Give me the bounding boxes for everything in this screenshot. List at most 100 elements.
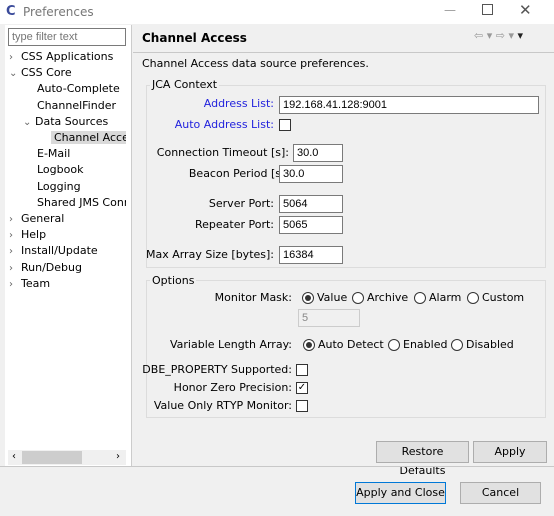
server-port-label: Server Port: xyxy=(208,197,274,210)
repeater-port-input[interactable] xyxy=(279,216,343,234)
tree-item-label: CSS Applications xyxy=(21,50,114,63)
radio-label: Disabled xyxy=(466,338,514,351)
max-array-size-label: Max Array Size [bytes]: xyxy=(145,248,274,261)
beacon-period-label: Beacon Period [s]: xyxy=(188,167,289,180)
tree-item[interactable]: ⌄ CSS Core xyxy=(9,65,72,82)
apply-button[interactable]: Apply xyxy=(473,441,547,463)
tree-item-label: Logging xyxy=(37,179,81,193)
close-button[interactable]: ✕ xyxy=(519,1,532,19)
tree-item[interactable]: › CSS Applications xyxy=(9,49,113,66)
scroll-right-icon[interactable]: › xyxy=(116,451,120,462)
tree-item[interactable]: › Team xyxy=(9,276,50,293)
tree-item[interactable]: › General xyxy=(9,211,64,228)
radio-label: Value xyxy=(317,291,348,304)
monitor-mask-label: Monitor Mask: xyxy=(214,291,292,304)
dbe-property-checkbox[interactable] xyxy=(296,364,308,376)
cancel-button[interactable]: Cancel xyxy=(460,482,541,504)
tree-item-label: Data Sources xyxy=(35,114,109,128)
tree-item[interactable]: ⌄ Data Sources xyxy=(23,114,108,131)
variable-length-array-label: Variable Length Array: xyxy=(169,338,292,351)
tree-item[interactable]: E-Mail xyxy=(37,146,70,162)
radio-indicator[interactable] xyxy=(467,292,479,304)
honor-zero-precision-checkbox[interactable]: ✓ xyxy=(296,382,308,394)
app-icon: C xyxy=(6,4,16,19)
jca-group-title: JCA Context xyxy=(150,78,220,91)
tree-item-label: CSS Core xyxy=(21,66,72,80)
address-list-input[interactable] xyxy=(279,96,539,114)
honor-zero-precision-label: Honor Zero Precision: xyxy=(173,381,292,394)
tree-item[interactable]: Channel Access xyxy=(51,130,126,146)
max-array-size-input[interactable] xyxy=(279,246,343,264)
horizontal-scrollbar[interactable]: ‹ › xyxy=(8,450,126,465)
forward-menu-icon[interactable]: ▾ xyxy=(508,29,514,42)
tree-item-label: ChannelFinder xyxy=(37,98,116,112)
apply-and-close-button[interactable]: Apply and Close xyxy=(355,482,446,504)
minimize-button[interactable]: — xyxy=(444,3,456,17)
tree-item-label: Install/Update xyxy=(21,244,98,258)
tree-item-label: Help xyxy=(21,228,47,242)
tree-item-label: Shared JMS Connection xyxy=(37,195,126,209)
preference-tree: › CSS Applications ⌄ CSS Core Auto-Complet… xyxy=(5,49,126,449)
chevron-right-icon[interactable]: › xyxy=(9,50,21,66)
back-icon[interactable]: ⇦ xyxy=(474,29,483,42)
history-nav[interactable]: ⇦ ▾ ⇨ ▾ ▾ xyxy=(474,29,523,42)
chevron-right-icon[interactable]: › xyxy=(9,261,21,277)
tree-item-label: Logbook xyxy=(37,163,84,177)
radio-label: Auto Detect xyxy=(318,338,384,351)
tree-item-label: Auto-Complete xyxy=(37,82,120,96)
tree-item-label: Run/Debug xyxy=(21,260,82,274)
chevron-down-icon[interactable]: ⌄ xyxy=(9,66,21,82)
chevron-right-icon[interactable]: › xyxy=(9,228,21,244)
tree-item-label: E-Mail xyxy=(37,147,71,161)
radio-label: Enabled xyxy=(403,338,448,351)
tree-item[interactable]: ChannelFinder xyxy=(37,98,116,114)
connection-timeout-label: Connection Timeout [s]: xyxy=(156,146,289,159)
page-description: Channel Access data source preferences. xyxy=(142,57,369,70)
dbe-property-label: DBE_PROPERTY Supported: xyxy=(142,363,292,376)
title-bar: C Preferences — ✕ xyxy=(0,0,554,24)
tree-item[interactable]: Logging xyxy=(37,179,81,195)
tree-item[interactable]: › Help xyxy=(9,227,46,244)
back-menu-icon[interactable]: ▾ xyxy=(487,29,493,42)
tree-item[interactable]: › Install/Update xyxy=(9,243,98,260)
radio-indicator[interactable] xyxy=(451,339,463,351)
scrollbar-thumb[interactable] xyxy=(22,451,82,464)
header-divider xyxy=(133,52,554,53)
radio-label: Alarm xyxy=(429,291,462,304)
beacon-period-input[interactable] xyxy=(279,165,343,183)
radio-indicator[interactable] xyxy=(352,292,364,304)
footer-divider xyxy=(0,466,554,467)
server-port-input[interactable] xyxy=(279,195,343,213)
value-only-rtyp-label: Value Only RTYP Monitor: xyxy=(153,399,292,412)
connection-timeout-input[interactable] xyxy=(293,144,343,162)
tree-item[interactable]: Auto-Complete xyxy=(37,81,120,97)
view-menu-icon[interactable]: ▾ xyxy=(518,29,524,42)
tree-item-label: Team xyxy=(21,276,51,290)
auto-address-list-label: Auto Address List: xyxy=(174,118,274,131)
tree-item[interactable]: Logbook xyxy=(37,162,83,178)
window-title: Preferences xyxy=(23,5,94,19)
radio-label: Custom xyxy=(482,291,525,304)
custom-mask-input[interactable] xyxy=(298,309,360,327)
repeater-port-label: Repeater Port: xyxy=(194,218,274,231)
radio-label: Archive xyxy=(367,291,409,304)
radio-indicator[interactable] xyxy=(414,292,426,304)
tree-item[interactable]: › Run/Debug xyxy=(9,260,82,277)
forward-icon[interactable]: ⇨ xyxy=(496,29,505,42)
radio-indicator[interactable] xyxy=(302,292,314,304)
restore-defaults-button[interactable]: Restore Defaults xyxy=(376,441,469,477)
radio-indicator[interactable] xyxy=(303,339,315,351)
auto-address-list-checkbox[interactable] xyxy=(279,119,291,131)
chevron-right-icon[interactable]: › xyxy=(9,212,21,228)
chevron-right-icon[interactable]: › xyxy=(9,244,21,260)
tree-item-label: Channel Access xyxy=(51,131,126,144)
chevron-down-icon[interactable]: ⌄ xyxy=(23,115,35,131)
maximize-button[interactable] xyxy=(482,4,493,15)
address-list-label: Address List: xyxy=(203,97,274,110)
scroll-left-icon[interactable]: ‹ xyxy=(12,451,16,462)
tree-item[interactable]: Shared JMS Connection xyxy=(37,195,126,211)
chevron-right-icon[interactable]: › xyxy=(9,277,21,293)
radio-indicator[interactable] xyxy=(388,339,400,351)
filter-input[interactable] xyxy=(8,28,126,46)
value-only-rtyp-checkbox[interactable] xyxy=(296,400,308,412)
